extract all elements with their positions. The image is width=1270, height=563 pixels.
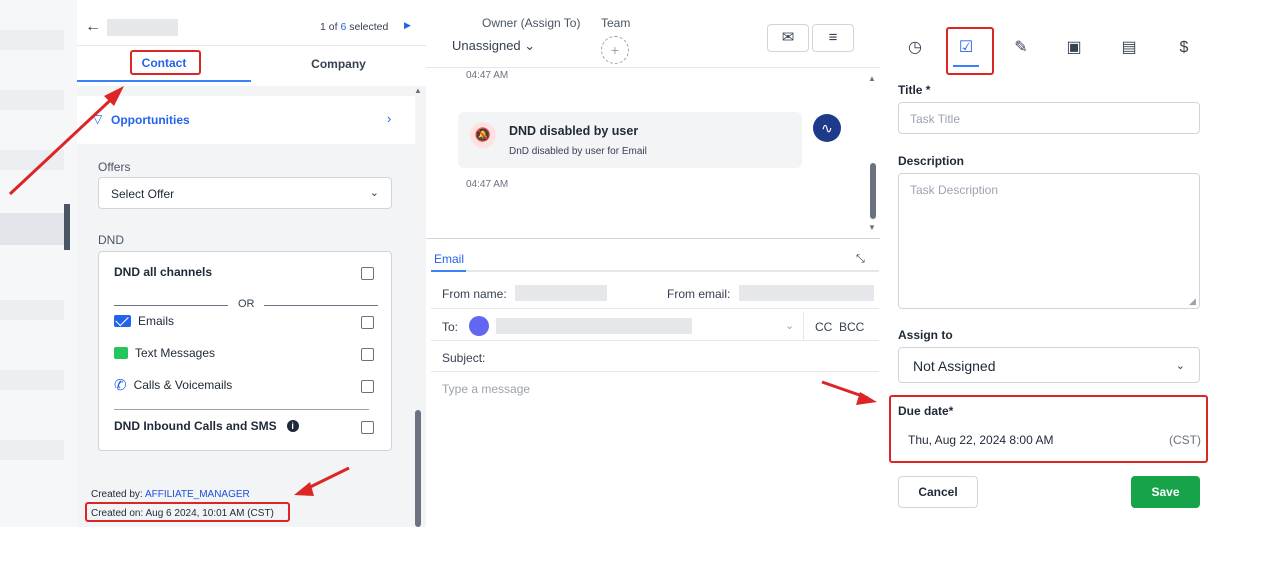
annotation-arrow-contact	[8, 91, 120, 196]
annotation-arrows	[8, 86, 877, 496]
screenshot-root: ← 1 of 6 selected ▶ Contact Company ▲ ▽ …	[0, 0, 1270, 563]
arrowhead	[294, 482, 314, 496]
